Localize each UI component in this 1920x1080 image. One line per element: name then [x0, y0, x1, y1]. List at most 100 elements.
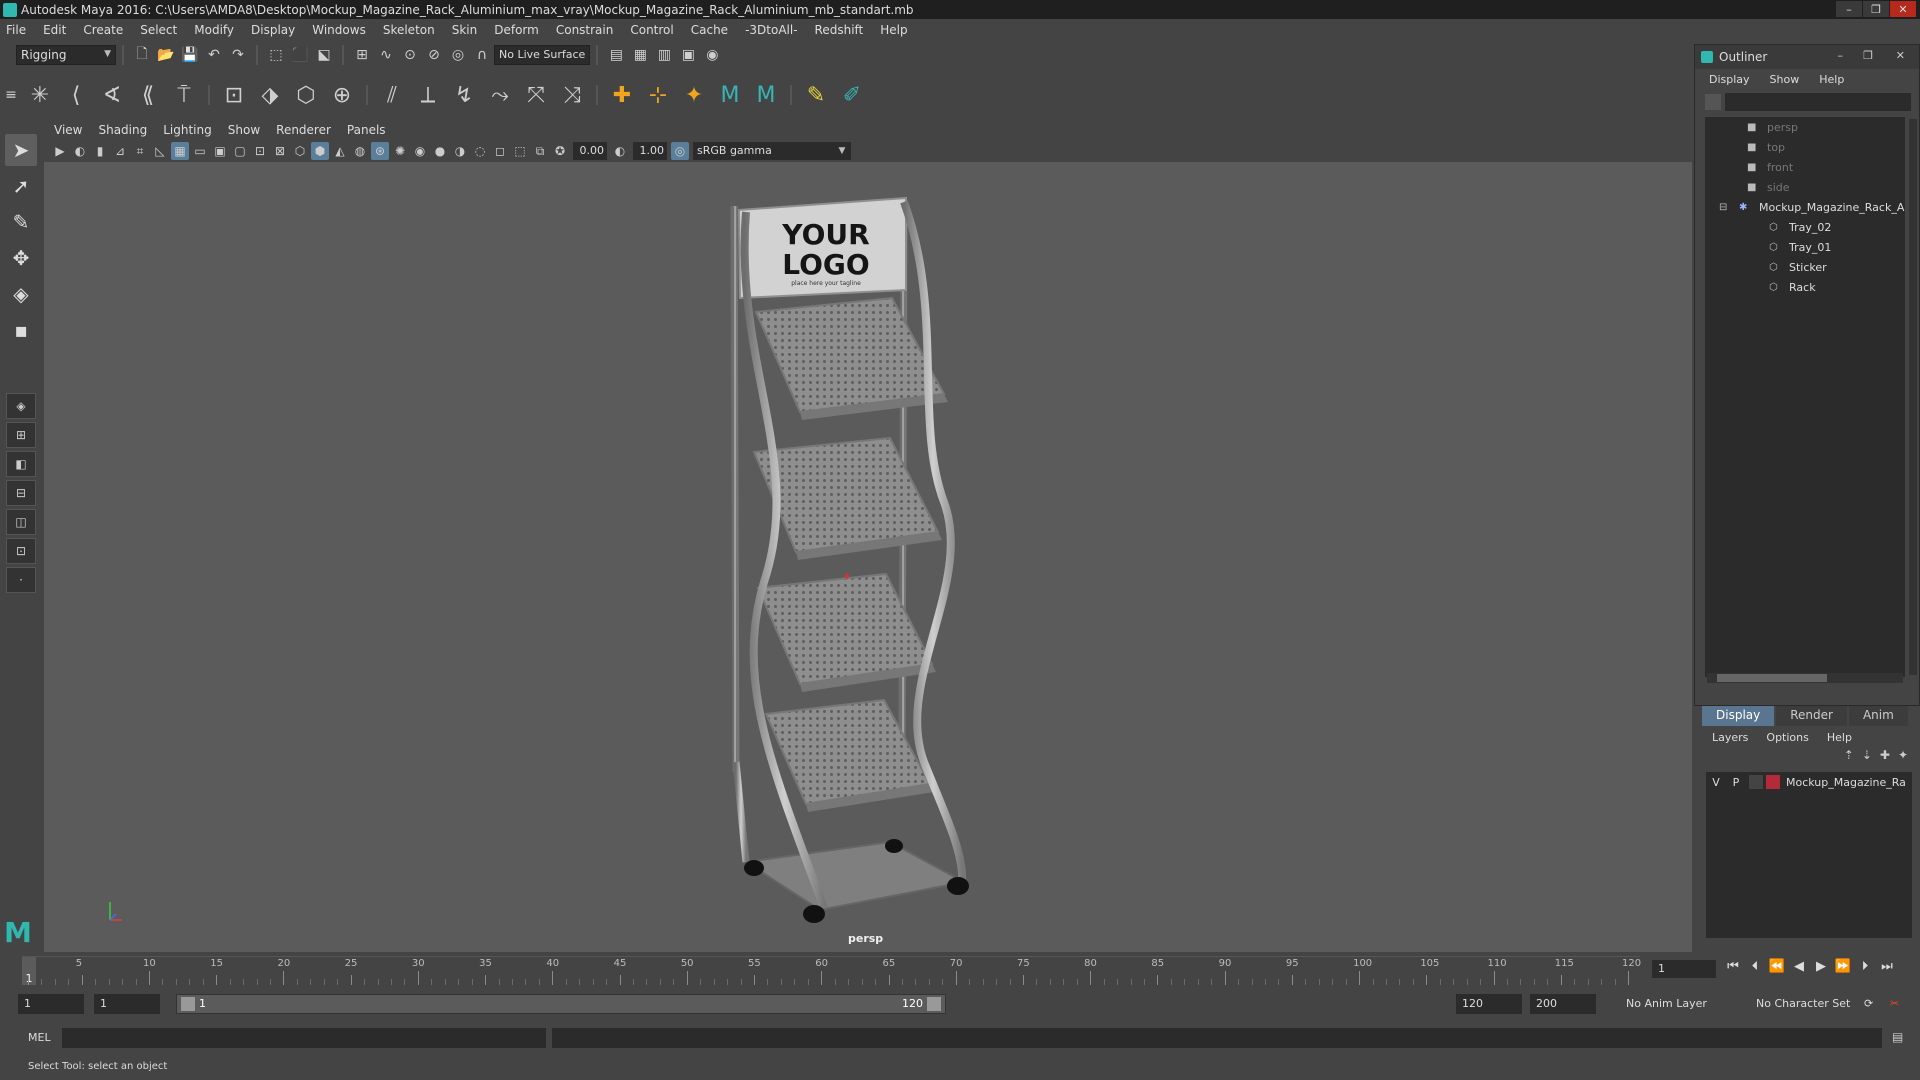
ipr-render-icon[interactable]: ▥	[654, 45, 674, 65]
vp-menu-renderer[interactable]: Renderer	[276, 123, 331, 137]
character-set-dropdown[interactable]: No Character Set	[1750, 994, 1868, 1014]
layer-menu-options[interactable]: Options	[1766, 731, 1808, 744]
render-view-icon[interactable]: ▣	[678, 45, 698, 65]
paint-weights-icon[interactable]: ✎	[799, 78, 833, 112]
xray-joints-icon[interactable]: ⬚	[511, 142, 529, 160]
image-plane-icon[interactable]: ⊿	[111, 142, 129, 160]
chevron-down-icon[interactable]: ▼	[833, 142, 851, 160]
layer-menu-layers[interactable]: Layers	[1712, 731, 1748, 744]
camera-select-icon[interactable]: ▶	[51, 142, 69, 160]
wrap-icon[interactable]: ⬡	[289, 78, 323, 112]
outliner-item-persp[interactable]: ■ persp	[1705, 117, 1905, 137]
point-constraint-icon[interactable]: ↯	[447, 78, 481, 112]
menu-set-dropdown[interactable]: Rigging	[16, 45, 116, 65]
preferences-icon[interactable]: ✂	[1884, 994, 1908, 1014]
range-end-handle[interactable]	[927, 997, 941, 1011]
maya-tool-2-icon[interactable]: M	[749, 78, 783, 112]
sculpt-icon[interactable]: ⊕	[325, 78, 359, 112]
script-editor-icon[interactable]: ▤	[1892, 1030, 1910, 1048]
anim-layer-dropdown[interactable]: No Anim Layer	[1620, 994, 1744, 1014]
outliner-item-rack[interactable]: ⬡ Rack	[1705, 277, 1905, 297]
outliner-search-input[interactable]	[1725, 93, 1911, 111]
auto-key-icon[interactable]: ⟳	[1858, 994, 1878, 1014]
aim-constraint-icon[interactable]: ⤨	[555, 78, 589, 112]
menu-display[interactable]: Display	[251, 23, 295, 37]
locator-icon[interactable]: ✚	[605, 78, 639, 112]
lasso-tool-icon[interactable]: ➚	[5, 170, 37, 202]
tab-display[interactable]: Display	[1702, 706, 1775, 726]
outliner-item-tray-01[interactable]: ⬡ Tray_01	[1705, 237, 1905, 257]
select-object-icon[interactable]: ⬛	[290, 45, 310, 65]
step-forward-key-icon[interactable]: ⏩	[1832, 959, 1854, 979]
shadows-icon[interactable]: ⊛	[371, 142, 389, 160]
ambient-occlusion-icon[interactable]: ✺	[391, 142, 409, 160]
outliner-item-tray-02[interactable]: ⬡ Tray_02	[1705, 217, 1905, 237]
ik-handle-icon[interactable]: ∢	[95, 78, 129, 112]
bind-skin-icon[interactable]: ⫽	[375, 78, 409, 112]
animation-end-field[interactable]: 200	[1530, 994, 1596, 1014]
select-component-icon[interactable]: ⬕	[314, 45, 334, 65]
menu-cache[interactable]: Cache	[691, 23, 728, 37]
command-input[interactable]	[62, 1028, 546, 1048]
perspective-viewport[interactable]: View Shading Lighting Show Renderer Pane…	[44, 120, 1692, 952]
outliner-item-side[interactable]: ■ side	[1705, 177, 1905, 197]
motion-blur-icon[interactable]: ◉	[411, 142, 429, 160]
depth-of-field-icon[interactable]: ◑	[451, 142, 469, 160]
camera-attributes-icon[interactable]: ◐	[71, 142, 89, 160]
magnet-icon[interactable]: ∩	[472, 45, 492, 65]
range-slider[interactable]: 1 120	[176, 994, 946, 1014]
snap-view-icon[interactable]: ⊘	[424, 45, 444, 65]
live-surface-field[interactable]: No Live Surface	[494, 45, 591, 65]
select-tool-icon[interactable]: ➤	[5, 134, 37, 166]
save-scene-icon[interactable]: 💾	[180, 45, 200, 65]
tab-anim[interactable]: Anim	[1848, 706, 1908, 726]
wireframe-icon[interactable]: ▦	[171, 142, 189, 160]
menu-control[interactable]: Control	[630, 23, 673, 37]
layer-visibility-toggle[interactable]: V	[1706, 776, 1726, 789]
outliner-close-icon[interactable]: ✕	[1896, 49, 1905, 62]
refresh-icon[interactable]	[1705, 94, 1721, 110]
outliner-vertical-scrollbar[interactable]	[1909, 119, 1917, 675]
orient-constraint-icon[interactable]: ⤳	[483, 78, 517, 112]
rotate-tool-icon[interactable]: ◈	[5, 278, 37, 310]
menu-skeleton[interactable]: Skeleton	[383, 23, 435, 37]
gamma-icon[interactable]: ◐	[611, 142, 629, 160]
outliner-menu-display[interactable]: Display	[1709, 73, 1750, 86]
anti-alias-icon[interactable]: ●	[431, 142, 449, 160]
menu-edit[interactable]: Edit	[43, 23, 66, 37]
outliner-menu-show[interactable]: Show	[1770, 73, 1800, 86]
color-space-dropdown[interactable]: sRGB gamma	[693, 142, 833, 160]
minimize-button[interactable]: –	[1836, 1, 1862, 17]
current-frame-field[interactable]: 1	[1652, 960, 1716, 978]
brush-tool-icon[interactable]: ✐	[835, 78, 869, 112]
single-view-layout-icon[interactable]: ◈	[6, 393, 36, 419]
move-tool-icon[interactable]: ✥	[5, 242, 37, 274]
command-language-label[interactable]: MEL	[28, 1031, 51, 1044]
redo-icon[interactable]: ↷	[228, 45, 248, 65]
menu-deform[interactable]: Deform	[494, 23, 539, 37]
go-to-start-icon[interactable]: ⏮	[1722, 959, 1744, 979]
vp-menu-show[interactable]: Show	[228, 123, 260, 137]
menu-modify[interactable]: Modify	[194, 23, 234, 37]
hypershade-icon[interactable]: ◉	[702, 45, 722, 65]
exposure-field[interactable]: 0.00	[573, 142, 607, 160]
snap-point-icon[interactable]: ⊙	[400, 45, 420, 65]
smooth-shade-icon[interactable]: ⬢	[311, 142, 329, 160]
time-slider-track[interactable]: 1 5 10 15 20 25 30 35 40 45 50 55 60 65 70 75 80 85 90 95 1…	[22, 956, 1641, 985]
playback-start-field[interactable]: 1	[94, 994, 160, 1014]
step-back-frame-icon[interactable]: ⏴	[1744, 959, 1766, 979]
menu-help[interactable]: Help	[880, 23, 907, 37]
persp-outliner-layout-icon[interactable]: ⊟	[6, 480, 36, 506]
outliner-item-sticker[interactable]: ⬡ Sticker	[1705, 257, 1905, 277]
open-scene-icon[interactable]: 📂	[156, 45, 176, 65]
play-forwards-icon[interactable]: ▶	[1810, 959, 1832, 979]
more-layouts-icon[interactable]: ·	[6, 567, 36, 593]
layer-menu-help[interactable]: Help	[1827, 731, 1852, 744]
shelf-menu-icon[interactable]: ≡	[1, 78, 21, 112]
gate-mask-icon[interactable]: ▣	[211, 142, 229, 160]
maximize-button[interactable]: ❐	[1863, 1, 1889, 17]
backface-icon[interactable]: ⧉	[531, 142, 549, 160]
snap-grid-icon[interactable]: ⊞	[352, 45, 372, 65]
tab-render[interactable]: Render	[1776, 706, 1847, 726]
joint-orient-icon[interactable]: ⊹	[641, 78, 675, 112]
